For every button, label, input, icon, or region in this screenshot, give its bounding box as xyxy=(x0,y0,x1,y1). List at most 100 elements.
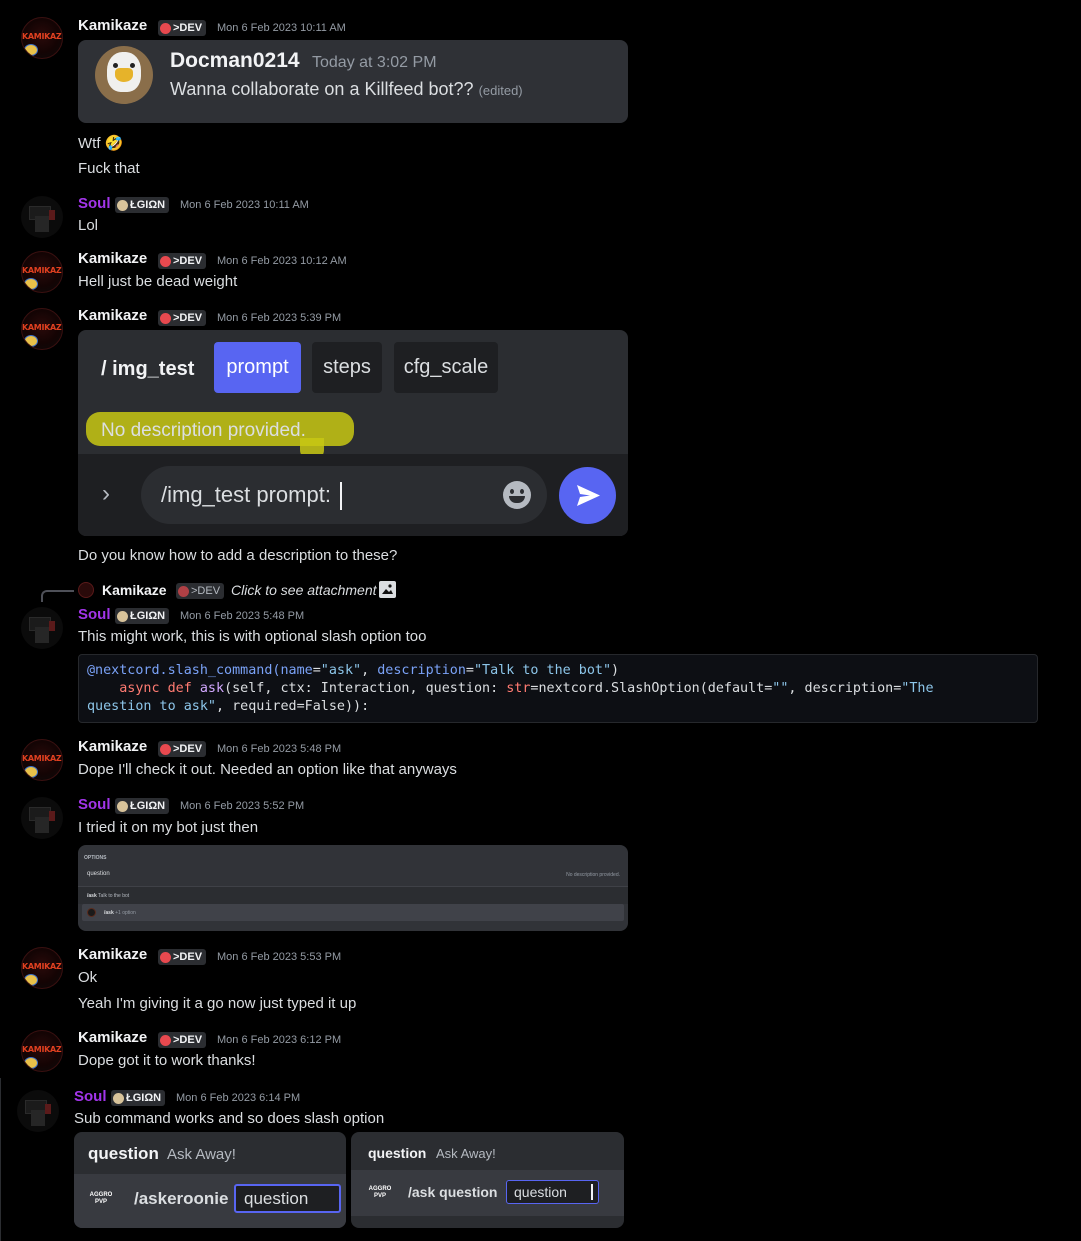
bot-avatar xyxy=(87,908,96,917)
role-tag[interactable]: >DEV xyxy=(158,1032,207,1048)
skull-icon xyxy=(160,312,171,324)
screenshot-edge xyxy=(0,1078,1,1241)
message-input-value: /img_test prompt: xyxy=(161,482,331,507)
skull-icon xyxy=(160,255,171,267)
chevron-right-icon[interactable]: › xyxy=(102,480,110,508)
role-tag[interactable]: >DEV xyxy=(158,949,207,965)
text-cursor xyxy=(340,482,342,510)
skull-icon xyxy=(117,199,128,211)
message-text: Fuck that xyxy=(78,160,140,177)
badge-icon xyxy=(24,335,38,347)
skull-icon xyxy=(117,800,128,812)
role-tag-label: >DEV xyxy=(173,255,203,267)
role-tag-label: >DEV xyxy=(173,22,203,34)
command-name: / img_test xyxy=(101,358,195,380)
role-tag[interactable]: ŁGIΩN xyxy=(115,197,170,213)
author-name[interactable]: Kamikaze xyxy=(78,307,147,324)
author-name[interactable]: Kamikaze xyxy=(78,946,147,963)
command-row-label: /ask Talk to the bot xyxy=(87,893,130,899)
option-name: question xyxy=(87,871,110,877)
code-line: question to ask", required=False)): xyxy=(87,699,370,714)
command-row-selected[interactable] xyxy=(82,904,624,921)
role-tag[interactable]: ŁGIΩN xyxy=(111,1090,166,1106)
avatar[interactable] xyxy=(21,607,63,649)
code-line: @nextcord.slash_command(name="ask", desc… xyxy=(87,663,620,678)
option-name: question xyxy=(88,1144,159,1163)
role-tag[interactable]: ŁGIΩN xyxy=(115,798,170,814)
code-block[interactable]: @nextcord.slash_command(name="ask", desc… xyxy=(78,654,1038,723)
option-pill-cfg-scale[interactable]: cfg_scale xyxy=(394,342,498,393)
avatar[interactable]: KAMIKAZE xyxy=(21,308,63,350)
screenshot-attachment[interactable]: / img_test prompt steps cfg_scale No des… xyxy=(78,330,628,536)
role-tag-label: ŁGIΩN xyxy=(130,610,166,622)
avatar[interactable] xyxy=(21,797,63,839)
avatar[interactable] xyxy=(17,1090,59,1132)
message-text: Do you know how to add a description to … xyxy=(78,547,398,564)
timestamp: Mon 6 Feb 2023 5:53 PM xyxy=(217,951,342,963)
bot-logo: AGGRO PVP xyxy=(368,1186,392,1199)
role-tag[interactable]: >DEV xyxy=(158,310,207,326)
timestamp: Mon 6 Feb 2023 6:12 PM xyxy=(217,1034,342,1046)
screenshot-attachment[interactable]: question Ask Away! AGGRO PVP /ask questi… xyxy=(351,1132,624,1228)
reply-role-tag[interactable]: >DEV xyxy=(176,583,225,599)
skull-icon xyxy=(160,22,171,34)
command-row[interactable] xyxy=(78,887,628,904)
author-name[interactable]: Kamikaze xyxy=(78,17,147,34)
message-text: Wtf 🤣 xyxy=(78,135,124,152)
emoji-icon[interactable] xyxy=(503,481,531,509)
role-tag[interactable]: >DEV xyxy=(158,253,207,269)
badge-icon xyxy=(24,44,38,56)
message-text: Dope got it to work thanks! xyxy=(78,1052,256,1069)
author-name[interactable]: Kamikaze xyxy=(78,250,147,267)
avatar[interactable]: KAMIKAZE xyxy=(21,251,63,293)
role-tag[interactable]: >DEV xyxy=(158,20,207,36)
timestamp: Mon 6 Feb 2023 5:48 PM xyxy=(217,743,342,755)
option-description: Ask Away! xyxy=(167,1146,236,1163)
screenshot-attachment[interactable]: OPTIONS question No description provided… xyxy=(78,845,628,931)
avatar[interactable] xyxy=(21,196,63,238)
avatar[interactable]: KAMIKAZE xyxy=(21,739,63,781)
reply-author[interactable]: Kamikaze xyxy=(102,582,167,598)
message-text: Lol xyxy=(78,217,99,234)
author-name[interactable]: Soul xyxy=(78,606,111,623)
badge-icon xyxy=(24,766,38,778)
reply-avatar[interactable] xyxy=(78,582,94,598)
author-name[interactable]: Soul xyxy=(74,1088,107,1105)
role-tag-label: ŁGIΩN xyxy=(126,1092,162,1104)
screenshot-attachment[interactable]: question Ask Away! AGGRO PVP /askeroonie… xyxy=(74,1132,346,1228)
role-tag-label: >DEV xyxy=(173,743,203,755)
quoted-text: Wanna collaborate on a Killfeed bot?? (e… xyxy=(170,79,523,99)
edited-label: (edited) xyxy=(478,83,523,98)
author-name[interactable]: Soul xyxy=(78,796,111,813)
avatar[interactable]: KAMIKAZE xyxy=(21,947,63,989)
message-text: Hell just be dead weight xyxy=(78,273,238,290)
author-name[interactable]: Soul xyxy=(78,195,111,212)
option-name: question xyxy=(368,1145,427,1161)
options-header: OPTIONS xyxy=(84,855,107,861)
send-button[interactable] xyxy=(559,467,616,524)
option-description: Ask Away! xyxy=(436,1146,496,1161)
author-name[interactable]: Kamikaze xyxy=(78,1029,147,1046)
role-tag-label: >DEV xyxy=(173,951,203,963)
badge-icon xyxy=(24,974,38,986)
badge-icon xyxy=(24,1057,38,1069)
timestamp: Mon 6 Feb 2023 5:48 PM xyxy=(180,610,305,622)
option-pill-steps[interactable]: steps xyxy=(312,342,382,393)
command-name: /ask question xyxy=(408,1184,498,1200)
skull-icon xyxy=(160,1034,171,1046)
role-tag-label: ŁGIΩN xyxy=(130,800,166,812)
role-tag[interactable]: >DEV xyxy=(158,741,207,757)
reply-text[interactable]: Click to see attachment xyxy=(231,582,377,598)
avatar[interactable]: KAMIKAZE xyxy=(21,17,63,59)
badge-icon xyxy=(24,278,38,290)
skull-icon xyxy=(160,743,171,755)
text-cursor xyxy=(591,1184,593,1200)
timestamp: Mon 6 Feb 2023 6:14 PM xyxy=(176,1092,301,1104)
author-name[interactable]: Kamikaze xyxy=(78,738,147,755)
timestamp: Mon 6 Feb 2023 5:52 PM xyxy=(180,800,305,812)
message-text: Dope I'll check it out. Needed an option… xyxy=(78,761,457,778)
quoted-author[interactable]: Docman0214 xyxy=(170,49,300,73)
role-tag[interactable]: ŁGIΩN xyxy=(115,608,170,624)
option-pill-prompt[interactable]: prompt xyxy=(214,342,301,393)
avatar[interactable]: KAMIKAZE xyxy=(21,1030,63,1072)
